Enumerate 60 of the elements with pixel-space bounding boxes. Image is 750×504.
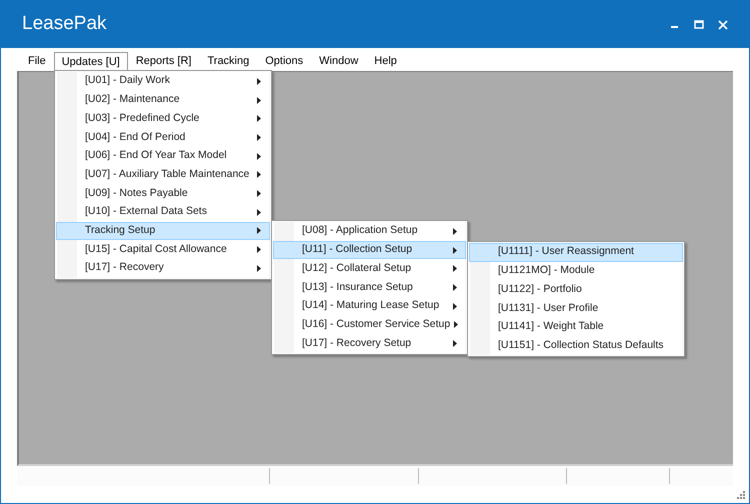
menu-item[interactable]: [U11] - Collection Setup (273, 240, 466, 260)
menu-bar-item[interactable]: File (20, 52, 54, 71)
menu-item[interactable]: [U1151] - Collection Status Defaults (469, 336, 683, 356)
menu-item[interactable]: [U1111] - User Reassignment (469, 243, 683, 262)
menu-item[interactable]: [U09] - Notes Payable (56, 184, 270, 203)
menu-item-label: [U10] - External Data Sets (85, 204, 208, 220)
close-icon[interactable] (718, 20, 728, 30)
window-title: LeasePak (22, 12, 108, 36)
menu-item-label: [U1122] - Portfolio (498, 282, 583, 297)
menu-item-label: [U1141] - Weight Table (498, 319, 605, 334)
menu-item[interactable]: [U01] - Daily Work (56, 72, 270, 91)
menu-item-label: [U06] - End Of Year Tax Model (85, 148, 228, 164)
minimize-icon[interactable] (670, 24, 680, 28)
menu-item[interactable]: [U1131] - User Profile (469, 299, 683, 318)
menu-item-label: [U17] - Recovery Setup (302, 336, 412, 351)
menu-item[interactable]: [U1122] - Portfolio (469, 280, 683, 300)
menu-item-label: [U13] - Insurance Setup (302, 280, 414, 295)
menu-item-label: [U1151] - Collection Status Defaults (498, 338, 665, 353)
menu-item-label: [U09] - Notes Payable (85, 186, 189, 201)
menu-item[interactable]: [U12] - Collateral Setup (273, 259, 466, 278)
menu-bar-item[interactable]: Updates [U] (54, 52, 128, 71)
menu-item[interactable]: [U13] - Insurance Setup (273, 278, 466, 297)
menu-item-label: [U17] - Recovery (85, 260, 165, 276)
menu-item-label: [U12] - Collateral Setup (302, 260, 412, 276)
menu-item[interactable]: [U16] - Customer Service Setup (273, 315, 466, 334)
menu-item-label: [U01] - Daily Work (85, 73, 171, 88)
menu-item-label: [U04] - End Of Period (85, 130, 186, 145)
menu-item-label: [U1121MO] - Module (498, 263, 596, 278)
menu-bar-item[interactable]: Window (311, 52, 366, 71)
resize-grip-icon[interactable] (737, 491, 746, 500)
menu-item-label: [U1131] - User Profile (498, 300, 600, 316)
menu-item[interactable]: [U17] - Recovery (56, 258, 270, 278)
menu-bar-item[interactable]: Options (257, 52, 312, 71)
menu-item[interactable]: [U02] - Maintenance (56, 90, 270, 110)
menu-item-label: [U14] - Maturing Lease Setup (302, 298, 440, 314)
menu-item-label: [U07] - Auxiliary Table Maintenance (85, 166, 250, 182)
menu-bar-item[interactable]: Help (366, 52, 405, 71)
menu-item[interactable]: Tracking Setup (56, 222, 270, 240)
menu-item[interactable]: [U1121MO] - Module (469, 262, 683, 280)
menu-item-label: [U16] - Customer Service Setup (302, 316, 452, 332)
menu-item[interactable]: [U06] - End Of Year Tax Model (56, 146, 270, 166)
menu-item-label: [U1111] - User Reassignment (498, 244, 635, 260)
menu-bar-item[interactable]: Reports [R] (128, 52, 200, 71)
menu-item[interactable]: [U07] - Auxiliary Table Maintenance (56, 165, 270, 184)
menu-item-label: [U08] - Application Setup (302, 223, 419, 238)
menu-item[interactable]: [U08] - Application Setup (273, 222, 466, 241)
menu-item-label: [U15] - Capital Cost Allowance (85, 242, 228, 257)
menu-item-label: [U02] - Maintenance (85, 92, 181, 108)
menu-bar-item[interactable]: Tracking (199, 52, 258, 71)
menu-item[interactable]: [U14] - Maturing Lease Setup (273, 296, 466, 316)
menu-item[interactable]: [U03] - Predefined Cycle (56, 109, 270, 128)
menu-item[interactable]: [U1141] - Weight Table (469, 318, 683, 336)
menu-item[interactable]: [U10] - External Data Sets (56, 202, 270, 222)
menu-item-label: Tracking Setup (85, 222, 156, 238)
maximize-icon[interactable] (694, 20, 704, 30)
menu-item[interactable]: [U17] - Recovery Setup (273, 334, 466, 353)
menu-item-label: [U03] - Predefined Cycle (85, 110, 200, 126)
menu-item-label: [U11] - Collection Setup (302, 242, 414, 258)
menu-item[interactable]: [U15] - Capital Cost Allowance (56, 240, 270, 259)
menu-item[interactable]: [U04] - End Of Period (56, 128, 270, 147)
